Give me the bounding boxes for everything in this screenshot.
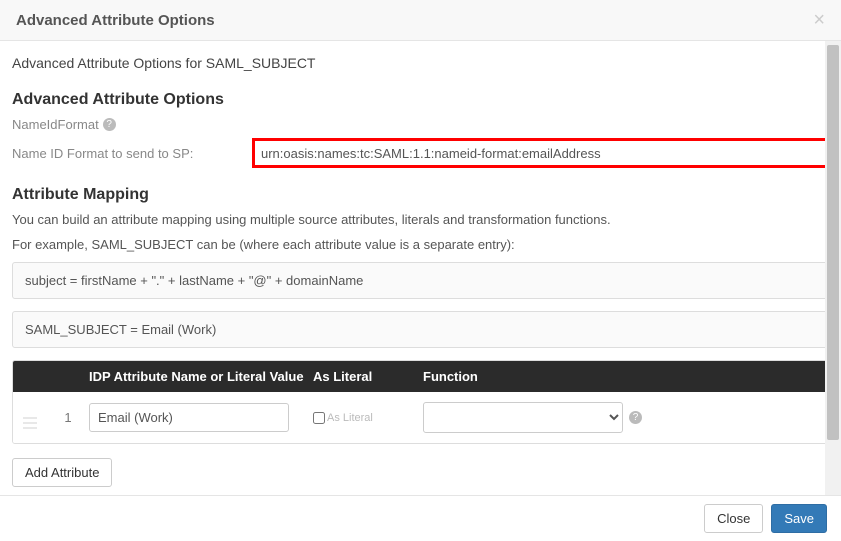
mapping-table: IDP Attribute Name or Literal Value As L… bbox=[12, 360, 829, 444]
as-literal-cell[interactable]: As Literal bbox=[313, 412, 423, 424]
scrollbar[interactable] bbox=[825, 41, 841, 495]
nameid-highlight bbox=[252, 138, 829, 168]
modal-title: Advanced Attribute Options bbox=[16, 12, 215, 29]
modal-body-wrap: Advanced Attribute Options for SAML_SUBJ… bbox=[0, 41, 841, 495]
col-header-name: IDP Attribute Name or Literal Value bbox=[83, 369, 313, 384]
function-select[interactable] bbox=[423, 402, 623, 433]
nameid-input[interactable] bbox=[261, 146, 820, 161]
add-attribute-button[interactable]: Add Attribute bbox=[12, 458, 112, 487]
row-index: 1 bbox=[53, 410, 83, 425]
mapping-table-header: IDP Attribute Name or Literal Value As L… bbox=[13, 361, 828, 392]
nameid-row: Name ID Format to send to SP: bbox=[12, 138, 829, 168]
as-literal-checkbox[interactable] bbox=[313, 412, 325, 424]
example-box-1: subject = firstName + "." + lastName + "… bbox=[12, 262, 829, 299]
nameid-send-label: Name ID Format to send to SP: bbox=[12, 138, 242, 161]
as-literal-label: As Literal bbox=[327, 412, 373, 424]
drag-handle-icon[interactable] bbox=[23, 417, 37, 429]
col-header-literal: As Literal bbox=[313, 369, 423, 384]
col-header-function: Function bbox=[423, 369, 818, 384]
help-icon[interactable]: ? bbox=[629, 411, 642, 424]
save-button[interactable]: Save bbox=[771, 504, 827, 533]
modal-body: Advanced Attribute Options for SAML_SUBJ… bbox=[0, 41, 841, 495]
close-button[interactable]: Close bbox=[704, 504, 763, 533]
help-icon[interactable]: ? bbox=[103, 118, 116, 131]
example-box-2: SAML_SUBJECT = Email (Work) bbox=[12, 311, 829, 348]
modal-header: Advanced Attribute Options × bbox=[0, 0, 841, 41]
section-advanced-options-heading: Advanced Attribute Options bbox=[12, 91, 829, 109]
idp-attribute-input[interactable] bbox=[89, 403, 289, 432]
section-attribute-mapping-heading: Attribute Mapping bbox=[12, 186, 829, 204]
scrollbar-thumb[interactable] bbox=[827, 45, 839, 440]
table-row: 1 As Literal ? bbox=[13, 392, 828, 443]
nameidformat-label: NameIdFormat bbox=[12, 117, 99, 132]
mapping-desc-2: For example, SAML_SUBJECT can be (where … bbox=[12, 237, 829, 252]
modal-footer: Close Save bbox=[0, 495, 841, 541]
mapping-desc-1: You can build an attribute mapping using… bbox=[12, 212, 829, 227]
page-subtitle: Advanced Attribute Options for SAML_SUBJ… bbox=[12, 55, 829, 71]
nameidformat-label-row: NameIdFormat ? bbox=[12, 117, 829, 132]
close-icon[interactable]: × bbox=[813, 10, 825, 30]
